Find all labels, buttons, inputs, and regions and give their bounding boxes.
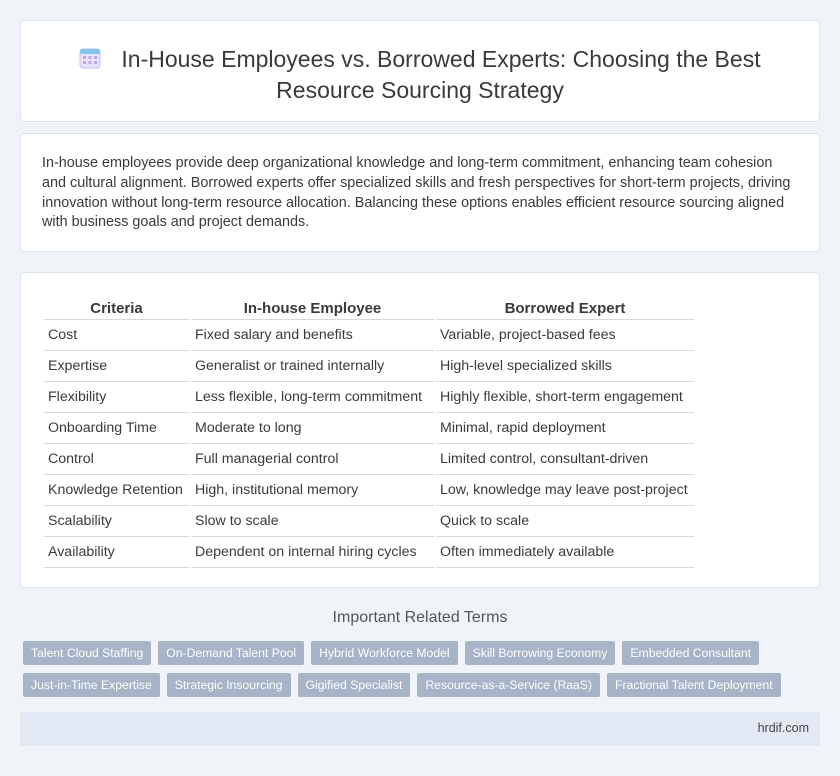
cell-in-house: Dependent on internal hiring cycles bbox=[191, 537, 434, 568]
cell-borrowed: High-level specialized skills bbox=[436, 351, 694, 382]
page-title: In-House Employees vs. Borrowed Experts:… bbox=[21, 45, 819, 105]
title-line-2: Resource Sourcing Strategy bbox=[276, 77, 564, 103]
tag-row: Talent Cloud Staffing On-Demand Talent P… bbox=[23, 641, 783, 665]
footer-site-link[interactable]: hrdif.com bbox=[758, 721, 809, 735]
footer: hrdif.com bbox=[20, 712, 820, 746]
related-terms-list: Talent Cloud Staffing On-Demand Talent P… bbox=[23, 641, 783, 705]
tag-strategic-insourcing[interactable]: Strategic Insourcing bbox=[166, 673, 291, 697]
cell-borrowed: Highly flexible, short-term engagement bbox=[436, 382, 694, 413]
table-header-row: Criteria In-house Employee Borrowed Expe… bbox=[44, 298, 694, 320]
tag-embedded-consultant[interactable]: Embedded Consultant bbox=[622, 641, 760, 665]
cell-borrowed: Often immediately available bbox=[436, 537, 694, 568]
cell-criteria: Scalability bbox=[44, 506, 189, 537]
cell-borrowed: Minimal, rapid deployment bbox=[436, 413, 694, 444]
table-row: Flexibility Less flexible, long-term com… bbox=[44, 382, 694, 413]
tag-hybrid-workforce-model[interactable]: Hybrid Workforce Model bbox=[311, 641, 458, 665]
intro-card: In-house employees provide deep organiza… bbox=[20, 133, 820, 252]
table-row: Scalability Slow to scale Quick to scale bbox=[44, 506, 694, 537]
cell-in-house: Less flexible, long-term commitment bbox=[191, 382, 434, 413]
calendar-icon bbox=[79, 47, 101, 76]
cell-criteria: Cost bbox=[44, 320, 189, 351]
cell-in-house: Full managerial control bbox=[191, 444, 434, 475]
cell-criteria: Expertise bbox=[44, 351, 189, 382]
tag-gigified-specialist[interactable]: Gigified Specialist bbox=[297, 673, 411, 697]
tag-fractional-talent-deployment[interactable]: Fractional Talent Deployment bbox=[607, 673, 781, 697]
comparison-card: Criteria In-house Employee Borrowed Expe… bbox=[20, 272, 820, 588]
cell-criteria: Flexibility bbox=[44, 382, 189, 413]
cell-borrowed: Variable, project-based fees bbox=[436, 320, 694, 351]
header-borrowed: Borrowed Expert bbox=[436, 298, 694, 320]
tag-on-demand-talent-pool[interactable]: On-Demand Talent Pool bbox=[158, 641, 305, 665]
cell-criteria: Control bbox=[44, 444, 189, 475]
cell-criteria: Onboarding Time bbox=[44, 413, 189, 444]
comparison-table: Criteria In-house Employee Borrowed Expe… bbox=[42, 298, 696, 568]
table-row: Control Full managerial control Limited … bbox=[44, 444, 694, 475]
cell-in-house: High, institutional memory bbox=[191, 475, 434, 506]
table-row: Availability Dependent on internal hirin… bbox=[44, 537, 694, 568]
cell-in-house: Fixed salary and benefits bbox=[191, 320, 434, 351]
cell-criteria: Knowledge Retention bbox=[44, 475, 189, 506]
table-row: Knowledge Retention High, institutional … bbox=[44, 475, 694, 506]
cell-in-house: Slow to scale bbox=[191, 506, 434, 537]
tag-just-in-time-expertise[interactable]: Just-in-Time Expertise bbox=[23, 673, 160, 697]
cell-borrowed: Low, knowledge may leave post-project bbox=[436, 475, 694, 506]
intro-paragraph: In-house employees provide deep organiza… bbox=[42, 155, 791, 231]
title-line-1: In-House Employees vs. Borrowed Experts:… bbox=[121, 46, 761, 72]
cell-borrowed: Limited control, consultant-driven bbox=[436, 444, 694, 475]
tag-resource-as-a-service[interactable]: Resource-as-a-Service (RaaS) bbox=[417, 673, 600, 697]
tag-skill-borrowing-economy[interactable]: Skill Borrowing Economy bbox=[464, 641, 616, 665]
tag-talent-cloud-staffing[interactable]: Talent Cloud Staffing bbox=[23, 641, 152, 665]
cell-criteria: Availability bbox=[44, 537, 189, 568]
tag-row: Just-in-Time Expertise Strategic Insourc… bbox=[23, 673, 783, 697]
header-in-house: In-house Employee bbox=[191, 298, 434, 320]
title-card: In-House Employees vs. Borrowed Experts:… bbox=[20, 20, 820, 122]
related-terms-heading: Important Related Terms bbox=[332, 609, 508, 626]
cell-in-house: Generalist or trained internally bbox=[191, 351, 434, 382]
table-row: Expertise Generalist or trained internal… bbox=[44, 351, 694, 382]
table-row: Cost Fixed salary and benefits Variable,… bbox=[44, 320, 694, 351]
table-row: Onboarding Time Moderate to long Minimal… bbox=[44, 413, 694, 444]
header-criteria: Criteria bbox=[44, 298, 189, 320]
cell-borrowed: Quick to scale bbox=[436, 506, 694, 537]
cell-in-house: Moderate to long bbox=[191, 413, 434, 444]
